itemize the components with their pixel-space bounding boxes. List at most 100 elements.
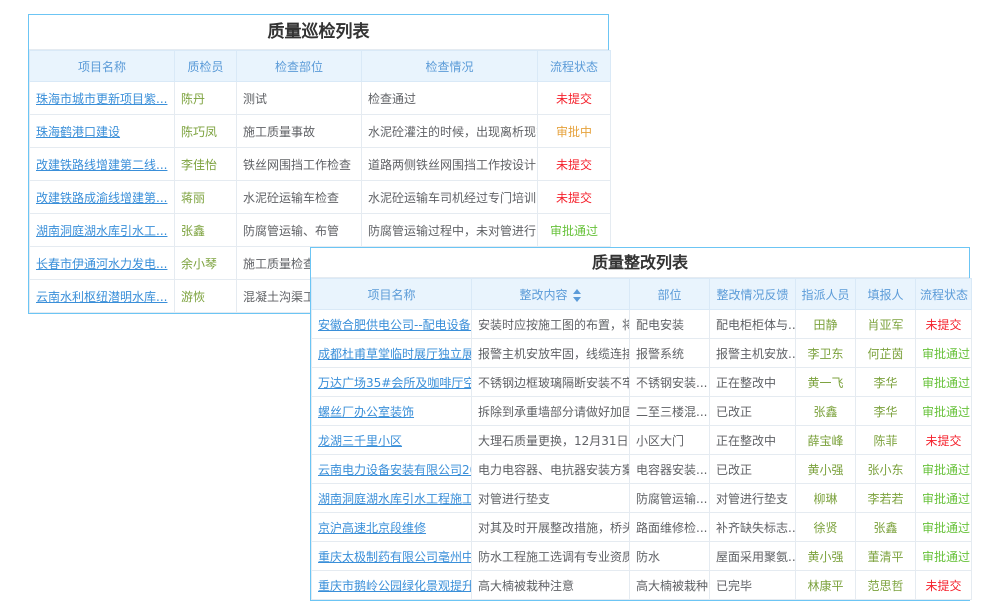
rectify-content: 电力电容器、电抗器安装方案...: [472, 455, 630, 484]
col-header-rectify-content: 整改内容: [472, 279, 630, 310]
table-row: 龙湖三千里小区大理石质量更换，12月31日之...小区大门正在整改中薛宝峰陈菲未…: [312, 426, 972, 455]
reporter-name: 李华: [856, 368, 916, 397]
col-header-rectify-feedback: 整改情况反馈: [710, 279, 796, 310]
inspection-part: 水泥砼运输车检查: [237, 181, 362, 214]
rectification-header-row: 项目名称 整改内容 部位 整改情况反馈 指派人员 填报人 流程状态: [312, 279, 972, 310]
project-name-link[interactable]: 湖南洞庭湖水库引水工程施工1标: [312, 484, 472, 513]
inspection-part: 施工质量事故: [237, 115, 362, 148]
table-row: 改建铁路线增建第二线...李佳怡铁丝网围挡工作检查道路两侧铁丝网围挡工作按设计.…: [30, 148, 611, 181]
rectification-table-card: 质量整改列表 项目名称 整改内容 部位 整改情况反馈 指派人员 填报人 流程状态…: [310, 247, 970, 601]
inspection-part: 防腐管运输、布管: [237, 214, 362, 247]
caret-down-icon: [573, 297, 581, 302]
project-name-link[interactable]: 改建铁路成渝线增建第...: [30, 181, 175, 214]
reporter-name: 李华: [856, 397, 916, 426]
reporter-name: 肖亚军: [856, 310, 916, 339]
table-row: 珠海市城市更新项目紫...陈丹测试检查通过未提交: [30, 82, 611, 115]
reporter-name: 李若若: [856, 484, 916, 513]
inspection-situation: 水泥砼运输车司机经过专门培训...: [362, 181, 538, 214]
inspection-situation: 道路两侧铁丝网围挡工作按设计...: [362, 148, 538, 181]
rectify-feedback: 屋面采用聚氨...: [710, 542, 796, 571]
rectify-part: 高大楠被栽种: [630, 571, 710, 600]
sort-icon[interactable]: [572, 288, 582, 303]
status-badge: 审批通过: [916, 542, 972, 571]
rectify-part: 二至三楼混...: [630, 397, 710, 426]
col-header-rectify-content-label: 整改内容: [519, 288, 567, 302]
inspection-situation: 防腐管运输过程中，未对管进行...: [362, 214, 538, 247]
col-header-inspection-part: 检查部位: [237, 51, 362, 82]
rectify-part: 小区大门: [630, 426, 710, 455]
inspection-situation: 检查通过: [362, 82, 538, 115]
project-name-link[interactable]: 长春市伊通河水力发电...: [30, 247, 175, 280]
project-name-link[interactable]: 重庆市鹅岭公园绿化景观提升...: [312, 571, 472, 600]
inspector-name: 陈丹: [175, 82, 237, 115]
status-badge: 未提交: [916, 571, 972, 600]
inspection-table-title: 质量巡检列表: [29, 15, 608, 50]
table-row: 云南电力设备安装有限公司20...电力电容器、电抗器安装方案...电容器安装..…: [312, 455, 972, 484]
col-header-part: 部位: [630, 279, 710, 310]
rectify-content: 报警主机安放牢固，线缆连接...: [472, 339, 630, 368]
inspector-name: 李佳怡: [175, 148, 237, 181]
col-header-inspector: 质检员: [175, 51, 237, 82]
status-badge: 审批通过: [538, 214, 611, 247]
project-name-link[interactable]: 珠海鹤港口建设: [30, 115, 175, 148]
status-badge: 未提交: [538, 148, 611, 181]
project-name-link[interactable]: 安徽合肥供电公司--配电设备...: [312, 310, 472, 339]
project-name-link[interactable]: 云南水利枢纽潜明水库...: [30, 280, 175, 313]
assignee-name: 黄小强: [796, 542, 856, 571]
assignee-name: 柳琳: [796, 484, 856, 513]
col-header-assignee: 指派人员: [796, 279, 856, 310]
inspection-part: 铁丝网围挡工作检查: [237, 148, 362, 181]
table-row: 成都杜甫草堂临时展厅独立展...报警主机安放牢固，线缆连接...报警系统报警主机…: [312, 339, 972, 368]
rectify-content: 防水工程施工选调有专业资质...: [472, 542, 630, 571]
project-name-link[interactable]: 重庆太极制药有限公司亳州中...: [312, 542, 472, 571]
rectify-feedback: 对管进行垫支: [710, 484, 796, 513]
inspection-header-row: 项目名称 质检员 检查部位 检查情况 流程状态: [30, 51, 611, 82]
col-header-project-name: 项目名称: [30, 51, 175, 82]
reporter-name: 董清平: [856, 542, 916, 571]
rectify-part: 防水: [630, 542, 710, 571]
table-row: 螺丝厂办公室装饰拆除到承重墙部分请做好加固...二至三楼混...已改正张鑫李华审…: [312, 397, 972, 426]
col-header-inspection-situation: 检查情况: [362, 51, 538, 82]
project-name-link[interactable]: 云南电力设备安装有限公司20...: [312, 455, 472, 484]
rectification-table-title: 质量整改列表: [311, 248, 969, 278]
project-name-link[interactable]: 龙湖三千里小区: [312, 426, 472, 455]
status-badge: 未提交: [538, 181, 611, 214]
status-badge: 审批通过: [916, 455, 972, 484]
project-name-link[interactable]: 螺丝厂办公室装饰: [312, 397, 472, 426]
project-name-link[interactable]: 改建铁路线增建第二线...: [30, 148, 175, 181]
table-row: 京沪高速北京段维修对其及时开展整改措施，桥头...路面维修检...补齐缺失标志.…: [312, 513, 972, 542]
project-name-link[interactable]: 珠海市城市更新项目紫...: [30, 82, 175, 115]
rectify-part: 防腐管运输...: [630, 484, 710, 513]
assignee-name: 徐贤: [796, 513, 856, 542]
rectify-feedback: 已改正: [710, 455, 796, 484]
rectify-part: 报警系统: [630, 339, 710, 368]
reporter-name: 张小东: [856, 455, 916, 484]
status-badge: 未提交: [916, 426, 972, 455]
inspector-name: 张鑫: [175, 214, 237, 247]
table-row: 珠海鹤港口建设陈巧凤施工质量事故水泥砼灌注的时候，出现离析现象审批中: [30, 115, 611, 148]
inspector-name: 蒋丽: [175, 181, 237, 214]
status-badge: 审批通过: [916, 513, 972, 542]
rectify-content: 对其及时开展整改措施，桥头...: [472, 513, 630, 542]
rectify-feedback: 配电柜柜体与...: [710, 310, 796, 339]
project-name-link[interactable]: 万达广场35#会所及咖啡厅空...: [312, 368, 472, 397]
status-badge: 未提交: [916, 310, 972, 339]
rectify-content: 高大楠被栽种注意: [472, 571, 630, 600]
assignee-name: 薛宝峰: [796, 426, 856, 455]
col-header-flow-status: 流程状态: [916, 279, 972, 310]
rectify-feedback: 已改正: [710, 397, 796, 426]
project-name-link[interactable]: 成都杜甫草堂临时展厅独立展...: [312, 339, 472, 368]
col-header-flow-status: 流程状态: [538, 51, 611, 82]
rectify-part: 路面维修检...: [630, 513, 710, 542]
rectify-feedback: 正在整改中: [710, 426, 796, 455]
table-row: 重庆市鹅岭公园绿化景观提升...高大楠被栽种注意高大楠被栽种已完毕林康平范思哲未…: [312, 571, 972, 600]
table-row: 重庆太极制药有限公司亳州中...防水工程施工选调有专业资质...防水屋面采用聚氨…: [312, 542, 972, 571]
table-row: 湖南洞庭湖水库引水工...张鑫防腐管运输、布管防腐管运输过程中，未对管进行...…: [30, 214, 611, 247]
rectify-content: 大理石质量更换，12月31日之...: [472, 426, 630, 455]
status-badge: 审批通过: [916, 484, 972, 513]
reporter-name: 陈菲: [856, 426, 916, 455]
rectify-feedback: 已完毕: [710, 571, 796, 600]
assignee-name: 李卫东: [796, 339, 856, 368]
project-name-link[interactable]: 京沪高速北京段维修: [312, 513, 472, 542]
project-name-link[interactable]: 湖南洞庭湖水库引水工...: [30, 214, 175, 247]
